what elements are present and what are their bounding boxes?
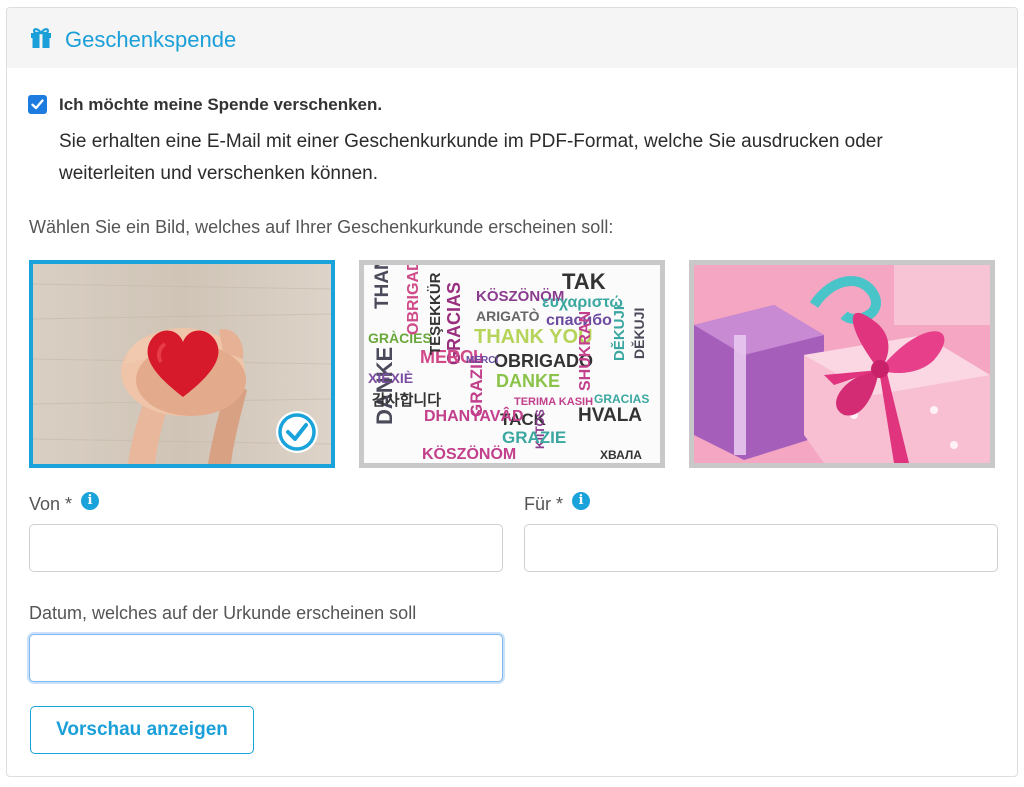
word: SHUKRAN <box>577 311 594 391</box>
word: 감사합니다 <box>372 391 441 409</box>
from-info-icon[interactable]: i <box>81 492 99 510</box>
date-input[interactable] <box>29 634 503 682</box>
checkmark-icon <box>31 99 44 110</box>
word: TAK <box>562 269 606 294</box>
word: GRACIAS <box>594 392 649 406</box>
from-input[interactable] <box>29 524 503 572</box>
word: ХВАЛА <box>600 448 642 462</box>
word: TERIMA KASIH <box>514 396 593 408</box>
word: THANK YOU <box>474 326 593 348</box>
thank-you-words-image: THANK DANKE GRACIAS KÖSZÖNÖM TAK ευχαρισ… <box>364 265 660 463</box>
word: GRÀCIES <box>368 330 432 346</box>
for-info-icon[interactable]: i <box>572 492 590 510</box>
image-option-thank-you-words[interactable]: THANK DANKE GRACIAS KÖSZÖNÖM TAK ευχαρισ… <box>359 260 665 468</box>
card-title: Geschenkspende <box>65 27 237 52</box>
word: DHANYAVÂD <box>424 406 524 425</box>
word: TEŞEKKÜR <box>427 272 444 355</box>
word: HVALA <box>578 405 642 426</box>
image-option-hands-heart[interactable] <box>29 260 335 468</box>
word: XIÈXIÈ <box>368 370 413 386</box>
word: ARIGATÒ <box>476 307 540 324</box>
card-header: Geschenkspende <box>7 8 1017 68</box>
image-picker-prompt: Wählen Sie ein Bild, welches auf Ihrer G… <box>29 217 614 237</box>
word: DANKE <box>496 371 560 391</box>
word: THANK <box>372 265 393 309</box>
from-label: Von * <box>29 494 73 514</box>
gift-icon <box>31 28 51 48</box>
word: DĚKUJI <box>610 306 628 361</box>
gift-donation-card: Geschenkspende Ich möchte meine Spende v… <box>6 7 1018 777</box>
preview-button[interactable]: Vorschau anzeigen <box>30 706 254 754</box>
word: KÖSZÖNÖM <box>422 444 516 463</box>
for-label: Für * <box>524 494 564 514</box>
gift-checkbox[interactable] <box>28 95 47 114</box>
word: OBRIGADI <box>405 265 422 335</box>
pink-gifts-image <box>694 265 990 463</box>
date-label: Datum, welches auf der Urkunde erscheine… <box>29 603 417 623</box>
hands-heart-image <box>33 264 331 464</box>
gift-description: Sie erhalten eine E-Mail mit einer Gesch… <box>59 131 883 184</box>
word: GRAZIE <box>502 428 566 447</box>
gift-checkbox-label[interactable]: Ich möchte meine Spende verschenken. <box>59 93 382 117</box>
image-option-pink-gifts[interactable] <box>689 260 995 468</box>
for-input[interactable] <box>524 524 998 572</box>
word: DĚKUJI <box>630 308 647 359</box>
word: MERCI <box>466 355 498 366</box>
